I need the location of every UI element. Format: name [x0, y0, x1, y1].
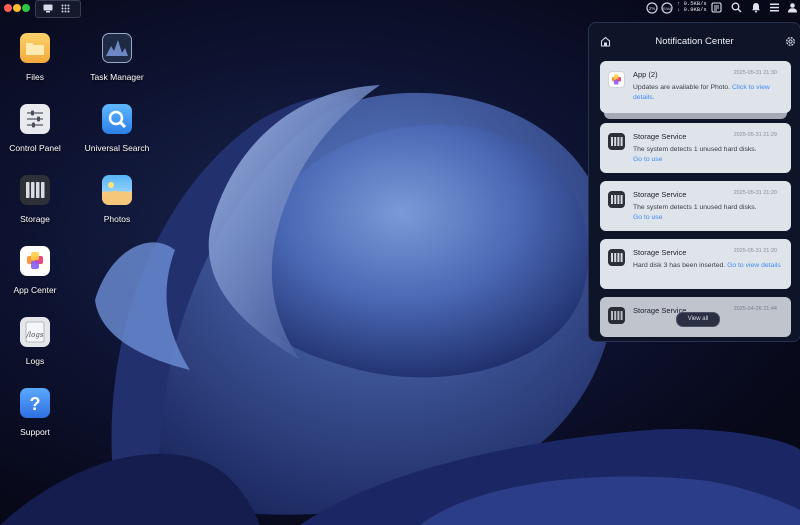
desktop-icon-label: Universal Search [84, 143, 150, 153]
desktop-icon-files[interactable]: Files [0, 33, 75, 82]
close-window-dot[interactable] [4, 4, 12, 12]
disk-array-icon [20, 175, 50, 205]
sliders-icon [20, 104, 50, 134]
photo-landscape-icon [102, 175, 132, 205]
notification-center-title: Notification Center [655, 36, 734, 47]
notification-time: 2025-05-31 21:20 [733, 190, 777, 196]
desktop-icon-support[interactable]: ? Support [0, 388, 75, 437]
folder-icon [20, 33, 50, 63]
go-to-use-link[interactable]: Go to use [633, 214, 662, 221]
notification-title: Storage Service [633, 190, 687, 199]
notification-time: 2025-05-31 21:20 [733, 248, 777, 254]
notification-message: Hard disk 3 has been inserted. [633, 262, 726, 269]
notification-body: Hard disk 3 has been inserted. Go to vie… [633, 261, 785, 271]
notification-message: The system detects 1 unused hard disks. [633, 204, 757, 211]
question-mark-icon: ? [20, 388, 50, 418]
desktop-icon-label: Task Manager [90, 72, 144, 82]
notification-body: The system detects 1 unused hard disks. G… [633, 203, 785, 223]
go-to-use-link[interactable]: Go to use [633, 156, 662, 163]
app-center-icon [20, 246, 50, 276]
view-all-button[interactable]: View all [676, 312, 720, 327]
log-document-icon: /logs [20, 317, 50, 347]
desktop-icon-storage[interactable]: Storage [0, 175, 75, 224]
svg-text:2%: 2% [649, 6, 656, 11]
desktop-icon-label: Photos [103, 214, 131, 224]
desktop-icon-logs[interactable]: /logs Logs [0, 317, 75, 366]
svg-text:?: ? [30, 394, 41, 414]
notification-time: 2025-05-31 21:29 [733, 132, 777, 138]
desktop-icon-label: Support [20, 427, 50, 437]
notification-card[interactable]: Storage Service 2025-05-31 21:29 The sys… [600, 123, 791, 173]
app-center-icon [608, 71, 625, 88]
desktop-icon-app-center[interactable]: App Center [0, 246, 75, 295]
notification-title: Storage Service [633, 132, 687, 141]
view-details-link[interactable]: Go to view details [727, 262, 781, 269]
desktop-icon-universal-search[interactable]: Universal Search [77, 104, 157, 153]
show-desktop-icon[interactable] [43, 4, 53, 13]
notification-title: Storage Service [633, 248, 687, 257]
desktop-icon-label: Files [26, 72, 44, 82]
task-monitor-icon[interactable] [711, 2, 722, 13]
search-icon[interactable] [731, 2, 742, 13]
desktop-icon-label: App Center [13, 285, 57, 295]
app-grid-icon[interactable] [61, 4, 70, 13]
desktop-icon-label: Logs [25, 356, 45, 366]
disk-array-icon [608, 133, 625, 150]
maximize-window-dot[interactable] [22, 4, 30, 12]
network-download-speed: ↓ 0.9KB/s [677, 6, 707, 13]
bell-icon[interactable] [751, 2, 761, 13]
desktop-icon-label: Control Panel [9, 143, 61, 153]
network-speed: ↑ 0.5KB/s ↓ 0.9KB/s [677, 1, 707, 13]
notification-time: 2025-05-31 21:30 [733, 70, 777, 76]
top-menu-bar: 2% RAM ↑ 0.5KB/s ↓ 0.9KB/s [0, 0, 800, 18]
notification-card[interactable]: Storage Service 2025-05-31 21:20 Hard di… [600, 239, 791, 289]
desktop-icon-label: Storage [20, 214, 50, 224]
desktop-icon-photos[interactable]: Photos [77, 175, 157, 224]
notification-time: 2025-04-26 21:44 [733, 306, 777, 312]
disk-array-icon [608, 191, 625, 208]
notification-center-panel: Notification Center App (2) 2025-05-31 2… [588, 22, 800, 342]
cpu-gauge-icon[interactable]: 2% [646, 2, 658, 14]
notification-message: Updates are available for Photo. [633, 84, 731, 91]
minimize-window-dot[interactable] [13, 4, 21, 12]
settings-gear-icon[interactable] [785, 36, 796, 47]
notification-body: Updates are available for Photo. Click t… [633, 83, 785, 103]
disk-array-icon [608, 249, 625, 266]
magnifier-icon [102, 104, 132, 134]
notification-card[interactable]: Storage Service 2025-05-31 21:20 The sys… [600, 181, 791, 231]
desktop-icon-task-manager[interactable]: Task Manager [77, 33, 157, 82]
notification-body: The system detects 1 unused hard disks. G… [633, 145, 785, 165]
svg-text:/logs: /logs [26, 331, 44, 339]
user-account-icon[interactable] [787, 2, 798, 13]
desktop-icon-control-panel[interactable]: Control Panel [0, 104, 75, 153]
notification-message: The system detects 1 unused hard disks. [633, 146, 757, 153]
desktop-switcher [35, 0, 81, 18]
notification-card[interactable]: App (2) 2025-05-31 21:30 Updates are ava… [600, 61, 791, 113]
notification-title: App (2) [633, 70, 658, 79]
sidebar-toggle-icon[interactable] [769, 2, 780, 13]
ram-gauge-icon[interactable]: RAM [661, 2, 673, 14]
disk-array-icon [608, 307, 625, 324]
svg-text:RAM: RAM [663, 7, 671, 11]
activity-chart-icon [102, 33, 132, 63]
